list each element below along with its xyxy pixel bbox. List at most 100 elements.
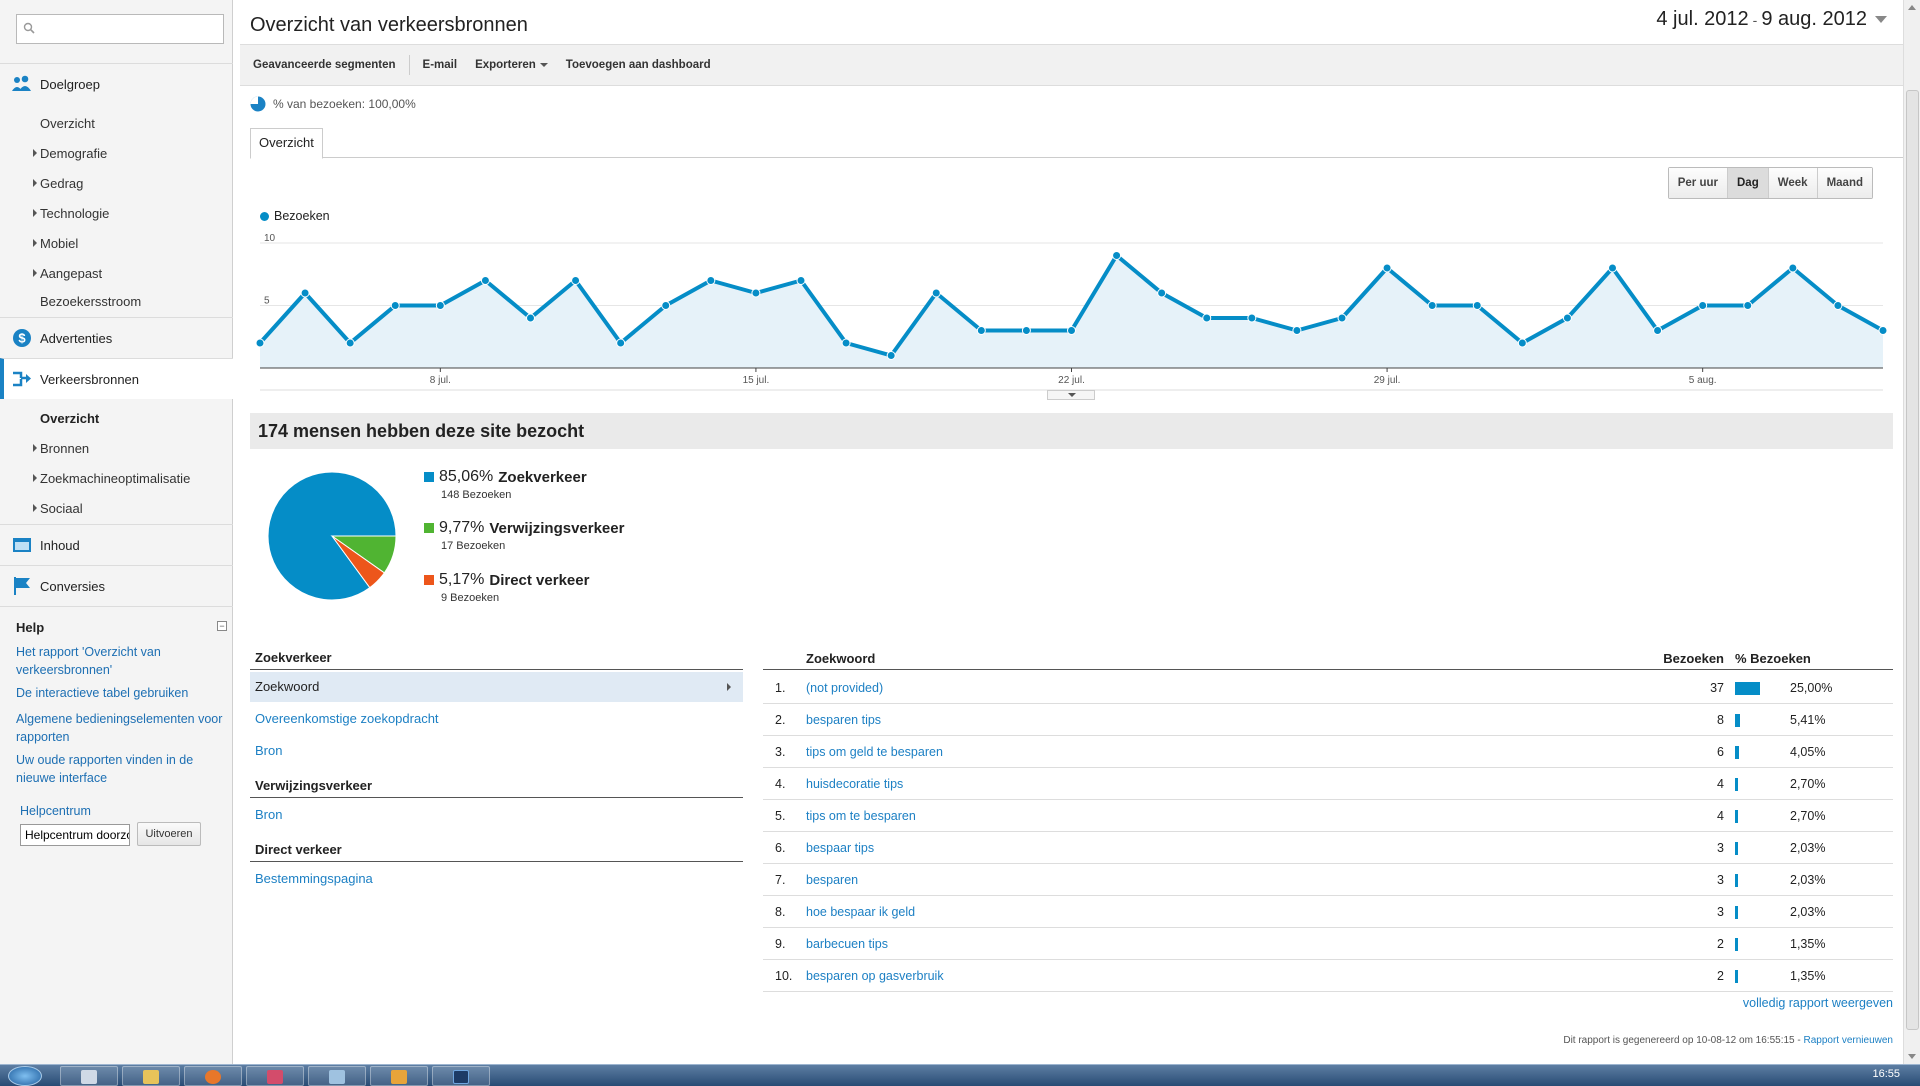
nav-traffic-seo[interactable]: Zoekmachineoptimalisatie: [0, 465, 233, 491]
nav-traffic-overview[interactable]: Overzicht: [0, 405, 233, 431]
data-point: [1292, 326, 1302, 335]
dimension-referral-source[interactable]: Bron: [250, 800, 743, 830]
col-pct-visits[interactable]: % Bezoeken: [1735, 649, 1811, 669]
nav-traffic-sources[interactable]: Verkeersbronnen: [0, 358, 233, 399]
data-point: [1157, 288, 1167, 298]
granularity-month[interactable]: Maand: [1816, 168, 1872, 198]
nav-audience-custom[interactable]: Aangepast: [0, 260, 233, 286]
nav-audience-visitors-flow[interactable]: Bezoekersstroom: [0, 288, 233, 314]
advanced-segments-button[interactable]: Geavanceerde segmenten: [253, 59, 396, 71]
dimension-search-source[interactable]: Bron: [250, 736, 743, 766]
row-pct: 2,03%: [1790, 841, 1826, 855]
email-button[interactable]: E-mail: [423, 59, 458, 71]
dimension-label: Zoekwoord: [255, 679, 320, 694]
content-window-icon: [11, 534, 33, 556]
col-keyword[interactable]: Zoekwoord: [806, 649, 875, 669]
taskbar-app-photoshop[interactable]: [432, 1066, 490, 1086]
dimension-keyword[interactable]: Zoekwoord: [250, 672, 743, 702]
help-link-table[interactable]: De interactieve tabel gebruiken: [16, 684, 231, 702]
start-button[interactable]: [8, 1066, 42, 1086]
row-keyword-link[interactable]: hoe bespaar ik geld: [806, 896, 915, 928]
scroll-down-icon[interactable]: [1908, 1054, 1916, 1059]
granularity-week[interactable]: Week: [1767, 168, 1817, 198]
nav-traffic-sources-label: Verkeersbronnen: [40, 371, 140, 387]
collapse-icon[interactable]: −: [217, 621, 227, 631]
help-link-report[interactable]: Het rapport 'Overzicht van verkeersbronn…: [16, 643, 231, 679]
data-point: [751, 288, 761, 298]
nav-audience-demographics[interactable]: Demografie: [0, 140, 233, 166]
tab-bar: Overzicht: [250, 128, 1903, 159]
nav-content[interactable]: Inhoud: [0, 524, 233, 565]
nav-audience-overview[interactable]: Overzicht: [0, 110, 233, 136]
pie-pct: 5,17%: [439, 571, 485, 588]
sidebar-search-input[interactable]: [16, 14, 224, 44]
dollar-icon: $: [11, 327, 33, 349]
chart-collapse-handle[interactable]: [1047, 390, 1095, 400]
granularity-hour[interactable]: Per uur: [1668, 168, 1727, 198]
row-index: 1.: [775, 681, 786, 695]
row-keyword-link[interactable]: besparen tips: [806, 704, 881, 736]
row-pct: 2,03%: [1790, 873, 1826, 887]
row-keyword-link[interactable]: bespaar tips: [806, 832, 874, 864]
table-row: 4. huisdecoratie tips 4 2,70%: [763, 768, 1893, 800]
dimension-matched-query[interactable]: Overeenkomstige zoekopdracht: [250, 704, 743, 734]
table-row: 10. besparen op gasverbruik 2 1,35%: [763, 960, 1893, 992]
nav-advertising[interactable]: $ Advertenties: [0, 317, 233, 358]
help-link-old-reports[interactable]: Uw oude rapporten vinden in de nieuwe in…: [16, 751, 231, 787]
row-share-bar: [1735, 842, 1738, 855]
chevron-right-icon: [727, 683, 731, 691]
data-point: [480, 276, 490, 285]
nav-audience-behavior[interactable]: Gedrag: [0, 170, 233, 196]
nav-audience-technology[interactable]: Technologie: [0, 200, 233, 226]
nav-traffic-sources-sub[interactable]: Bronnen: [0, 435, 233, 461]
data-point: [661, 301, 671, 310]
nav-audience[interactable]: Doelgroep: [0, 63, 233, 104]
nav-sub-label: Mobiel: [40, 235, 79, 251]
nav-conversions[interactable]: Conversies: [0, 565, 233, 606]
row-keyword-link[interactable]: tips om geld te besparen: [806, 736, 943, 768]
taskbar-app-explorer[interactable]: [60, 1066, 118, 1086]
system-tray[interactable]: [1770, 1071, 1850, 1081]
date-range-picker[interactable]: 4 jul. 2012 - 9 aug. 2012: [1656, 8, 1887, 31]
helpcenter-link[interactable]: Helpcentrum: [20, 804, 91, 818]
granularity-day[interactable]: Dag: [1727, 168, 1768, 198]
help-link-controls[interactable]: Algemene bedieningselementen voor rappor…: [16, 710, 231, 746]
row-keyword-link[interactable]: tips om te besparen: [806, 800, 916, 832]
visits-line-chart: 10 5 8 jul. 15 jul. 22 jul. 29 jul. 5 aug.: [255, 233, 1888, 391]
helpcenter-search-input[interactable]: Helpcentrum doorzoeken: [20, 824, 130, 846]
full-report-link[interactable]: volledig rapport weergeven: [1743, 996, 1893, 1010]
date-start: 4 jul. 2012: [1656, 8, 1749, 30]
row-keyword-link[interactable]: huisdecoratie tips: [806, 768, 903, 800]
scroll-up-icon[interactable]: [1908, 5, 1916, 10]
expand-arrow-icon: [33, 209, 37, 217]
export-button[interactable]: Exporteren: [475, 59, 548, 71]
nav-traffic-social[interactable]: Sociaal: [0, 495, 233, 521]
expand-arrow-icon: [33, 149, 37, 157]
pie-pct: 9,77%: [439, 519, 485, 536]
refresh-report-link[interactable]: Rapport vernieuwen: [1804, 1035, 1894, 1046]
tab-overview[interactable]: Overzicht: [250, 128, 323, 159]
segment-indicator: % van bezoeken: 100,00%: [250, 96, 416, 112]
taskbar-app-outlook[interactable]: [370, 1066, 428, 1086]
dimension-landing-page[interactable]: Bestemmingspagina: [250, 864, 743, 894]
y-tick-label: 5: [264, 296, 270, 307]
row-keyword-link[interactable]: besparen: [806, 864, 858, 896]
page-scrollbar[interactable]: [1903, 0, 1920, 1064]
taskbar-app-notes[interactable]: [308, 1066, 366, 1086]
help-title: Help: [16, 620, 45, 635]
taskbar-app-paint[interactable]: [246, 1066, 304, 1086]
notes-icon: [329, 1070, 345, 1084]
col-visits[interactable]: Bezoeken: [1663, 649, 1724, 669]
taskbar-app-firefox[interactable]: [184, 1066, 242, 1086]
scrollbar-thumb[interactable]: [1906, 90, 1919, 1030]
people-icon: [11, 73, 33, 95]
row-keyword-link[interactable]: (not provided): [806, 672, 883, 704]
row-keyword-link[interactable]: besparen op gasverbruik: [806, 960, 944, 992]
row-visits: 3: [1717, 873, 1724, 887]
row-keyword-link[interactable]: barbecuen tips: [806, 928, 888, 960]
table-row: 2. besparen tips 8 5,41%: [763, 704, 1893, 736]
run-button[interactable]: Uitvoeren: [137, 822, 201, 846]
nav-audience-mobile[interactable]: Mobiel: [0, 230, 233, 256]
add-to-dashboard-button[interactable]: Toevoegen aan dashboard: [566, 59, 711, 71]
taskbar-app-folder[interactable]: [122, 1066, 180, 1086]
